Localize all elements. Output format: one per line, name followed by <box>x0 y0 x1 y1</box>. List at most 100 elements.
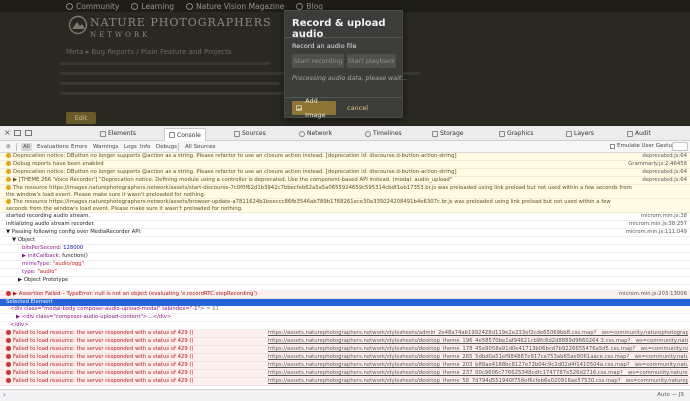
nav-item-community[interactable]: Community <box>66 2 119 11</box>
tab-audit[interactable]: Audit <box>627 128 651 139</box>
console-message-row[interactable]: Deprecation notice: DButton no longer su… <box>0 153 690 161</box>
resource-url-link[interactable]: https://assets.naturephotographers.netwo… <box>268 330 688 337</box>
object-property[interactable]: mimeType: "audio/ogg" <box>0 261 690 269</box>
elements-icon <box>100 130 106 137</box>
object-property[interactable]: bitsPerSecond: 128000 <box>0 245 690 253</box>
sources-icon <box>234 130 240 137</box>
nav-item-magazine[interactable]: Nature Vision Magazine <box>185 2 284 11</box>
site-name: NATURE PHOTOGRAPHERS NETWORK <box>90 16 272 39</box>
tab-elements[interactable]: Elements <box>100 128 136 139</box>
console-message-row[interactable]: Debug reports have been enabled Grammarly… <box>0 161 690 169</box>
html-node-row[interactable]: </div> <box>0 322 690 330</box>
timelines-icon <box>365 130 371 137</box>
source-link[interactable]: microm.min.js:203:13006 <box>619 291 687 298</box>
tab-timelines[interactable]: Timelines <box>365 128 402 139</box>
status-text: Processing audio data, please wait... <box>292 75 408 82</box>
source-link[interactable]: microm.min.js:38 <box>641 213 687 220</box>
resource-error-row[interactable]: Failed to load resource: the server resp… <box>0 346 690 354</box>
html-node-row[interactable]: <div class="modal-body composer-audio-up… <box>0 306 690 314</box>
filter-debugs[interactable]: Debugs <box>154 143 179 151</box>
tab-storage[interactable]: Storage <box>432 128 463 139</box>
prompt-chevron-icon: › <box>3 391 6 399</box>
nav-item-learning[interactable]: Learning <box>131 2 174 11</box>
tab-console[interactable]: Console <box>164 128 206 141</box>
site-logo[interactable] <box>68 15 88 35</box>
filter-all[interactable]: All <box>21 143 32 151</box>
page-edit-button[interactable]: Edit <box>66 112 96 124</box>
object-property[interactable]: type: "audio" <box>0 269 690 277</box>
filter-errors[interactable]: Errors <box>69 143 89 151</box>
resource-error-row[interactable]: Failed to load resource: the server resp… <box>0 362 690 370</box>
filter-info[interactable]: Info <box>138 143 152 151</box>
dock-bottom-icon[interactable] <box>14 130 21 136</box>
add-image-button[interactable]: Add Image <box>292 97 336 119</box>
record-audio-modal: Record & upload audio Record an audio fi… <box>284 10 407 119</box>
filter-all-sources[interactable]: All Sources <box>183 143 217 151</box>
cancel-link[interactable]: cancel <box>347 104 368 112</box>
object-property[interactable]: ▶ initCallback: function() <box>0 253 690 261</box>
devtools-panel: × Elements Console Sources Network Timel… <box>0 126 690 401</box>
text-placeholder <box>60 62 270 65</box>
divider <box>285 97 402 98</box>
resource-url-link[interactable]: https://assets.naturephotographers.netwo… <box>268 370 688 377</box>
warning-icon <box>6 153 11 158</box>
start-recording-button[interactable]: Start recording <box>292 54 344 68</box>
tab-graphics[interactable]: Graphics <box>499 128 534 139</box>
resource-url-link[interactable]: https://assets.naturephotographers.netwo… <box>268 354 688 361</box>
console-message-row[interactable]: started recording audio stream. microm.mi… <box>0 213 690 221</box>
blog-icon <box>296 2 304 10</box>
console-message-row[interactable]: The resource https://images.naturephotog… <box>0 199 690 213</box>
console-message-row[interactable]: Deprecation notice: DButton no longer su… <box>0 169 690 177</box>
resource-url-link[interactable]: https://assets.naturephotographers.netwo… <box>268 378 688 385</box>
filter-search-input[interactable] <box>672 142 688 151</box>
error-icon <box>6 362 11 367</box>
emulate-user-gesture-checkbox[interactable]: Emulate User Gesture <box>610 143 677 149</box>
start-playback-button[interactable]: Start playback <box>347 54 396 68</box>
console-prompt-bar[interactable]: › Auto — JS <box>0 389 690 401</box>
source-link[interactable]: microm.min.js:111:049 <box>626 229 687 236</box>
resource-error-row[interactable]: Failed to load resource: the server resp… <box>0 354 690 362</box>
error-icon <box>6 354 11 359</box>
text-placeholder <box>60 82 280 85</box>
source-link[interactable]: deprecated.js:64 <box>642 169 687 176</box>
filter-warnings[interactable]: Warnings <box>91 143 120 151</box>
source-link[interactable]: Grammarly.js:2:46458 <box>628 161 687 168</box>
object-tree-header[interactable]: ▼ Object <box>0 237 690 245</box>
tab-sources[interactable]: Sources <box>234 128 266 139</box>
filter-evaluations[interactable]: Evaluations <box>35 143 71 151</box>
learning-icon <box>131 2 139 10</box>
console-output[interactable]: Deprecation notice: DButton no longer su… <box>0 153 690 389</box>
source-link[interactable]: deprecated.js:64 <box>642 177 687 184</box>
resource-error-row[interactable]: Failed to load resource: the server resp… <box>0 370 690 378</box>
source-link[interactable]: deprecated.js:64 <box>642 153 687 160</box>
object-prototype[interactable]: ▶ Object Prototype <box>0 277 690 285</box>
filter-logs[interactable]: Logs <box>122 143 139 151</box>
resource-url-link[interactable]: https://assets.naturephotographers.netwo… <box>268 346 688 353</box>
tab-layers[interactable]: Layers <box>566 128 594 139</box>
console-message-row[interactable]: The resource https://images.naturephotog… <box>0 185 690 199</box>
clear-console-icon[interactable]: ⊘ <box>4 143 13 151</box>
warning-icon <box>6 161 11 166</box>
console-message-row[interactable]: ▶ [THEME 266 'Voice Recorder'] "Deprecat… <box>0 177 690 185</box>
assertion-error-row[interactable]: ▶ Assertion Failed – TypeError: null is … <box>0 291 690 299</box>
warning-icon <box>6 199 11 204</box>
resource-url-link[interactable]: https://assets.naturephotographers.netwo… <box>268 362 688 369</box>
dock-side-icon[interactable] <box>25 130 32 136</box>
execution-context-select[interactable]: Auto — JS <box>657 392 684 398</box>
source-link[interactable]: microm.min.js:38:257 <box>629 221 687 228</box>
selected-element-bar: Selected Element <box>0 299 690 306</box>
tab-network[interactable]: Network <box>299 128 332 139</box>
divider <box>16 143 17 151</box>
breadcrumb[interactable]: Meta ▸ Bug Reports / Plain Feature and P… <box>66 48 232 56</box>
console-message-row[interactable]: initializing audio stream recorder. micro… <box>0 221 690 229</box>
resource-url-link[interactable]: https://assets.naturephotographers.netwo… <box>268 338 688 345</box>
resource-error-row[interactable]: Failed to load resource: the server resp… <box>0 330 690 338</box>
resource-error-row[interactable]: Failed to load resource: the server resp… <box>0 338 690 346</box>
layers-icon <box>566 130 572 137</box>
close-icon[interactable]: × <box>4 129 11 137</box>
html-node-row[interactable]: ▶ <div class="composer-audio-upload-cont… <box>0 314 690 322</box>
console-message-row[interactable]: ▼ Passing following config over MediaRec… <box>0 229 690 237</box>
warning-icon <box>6 169 11 174</box>
graphics-icon <box>499 130 505 137</box>
resource-error-row[interactable]: Failed to load resource: the server resp… <box>0 378 690 386</box>
